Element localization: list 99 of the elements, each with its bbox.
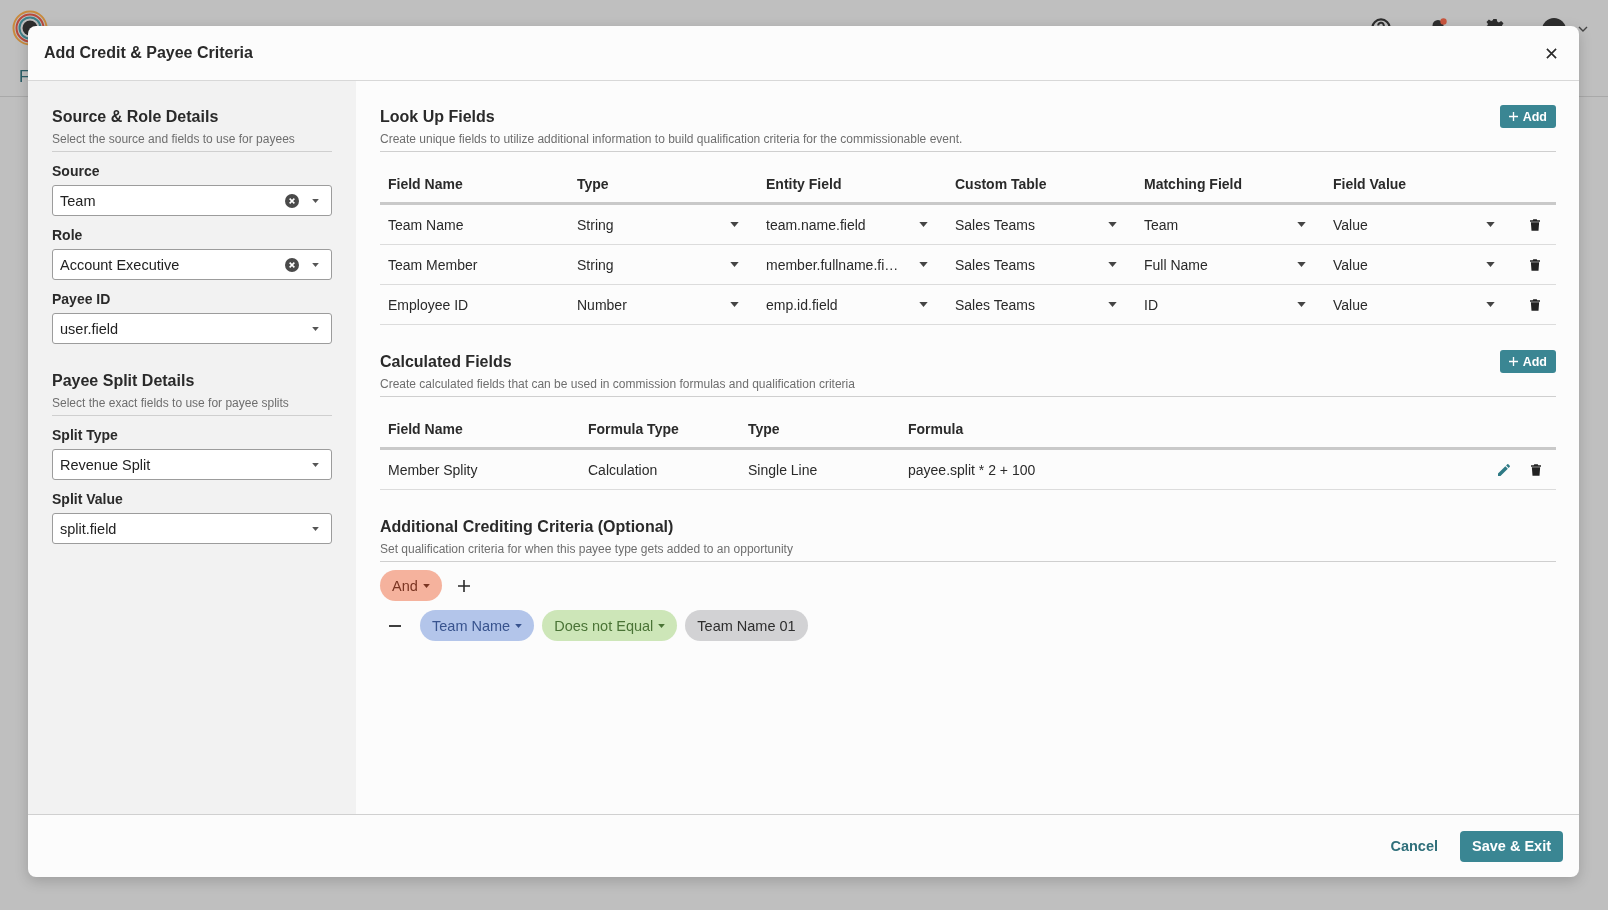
dialog-title: Add Credit & Payee Criteria (44, 44, 253, 62)
caret-icon (730, 222, 739, 227)
caret-icon (1486, 262, 1495, 267)
trash-icon (1531, 463, 1541, 476)
cell-select[interactable]: Number (577, 296, 739, 313)
plus-icon (1508, 357, 1518, 366)
cell-select[interactable]: Value (1333, 256, 1495, 273)
table-cell-text: Member Splity (387, 461, 479, 478)
help-icon[interactable] (1371, 18, 1391, 26)
table-cell-text: Single Line (747, 461, 819, 478)
caret-icon (1108, 262, 1117, 267)
operator-dropdown[interactable]: And (380, 570, 442, 601)
field-label: Split Type (52, 427, 119, 443)
section-title: Source & Role Details (52, 107, 220, 127)
pencil-icon (1498, 463, 1510, 476)
column-header: Type (576, 176, 610, 192)
section-title: Additional Crediting Criteria (Optional) (380, 517, 675, 537)
column-header: Custom Table (954, 176, 1048, 192)
column-header: Field Value (1332, 176, 1408, 192)
field-label: Source (52, 163, 101, 179)
column-header: Field Name (387, 176, 464, 192)
cell-select[interactable]: Team (1144, 216, 1306, 233)
comparator-chip[interactable]: Does not Equal (542, 610, 678, 641)
select-field[interactable]: Account Executive (52, 249, 332, 280)
clear-icon[interactable] (285, 193, 299, 208)
add-button[interactable]: Add (1499, 105, 1556, 128)
cell-select[interactable]: team.name.field (766, 216, 928, 233)
column-header: Formula (907, 421, 965, 437)
cell-select[interactable]: Sales Teams (955, 216, 1117, 233)
caret-icon (515, 623, 523, 628)
caret-icon (1486, 302, 1495, 307)
table-cell-text: Team Member (387, 256, 479, 273)
cell-select[interactable]: Full Name (1144, 256, 1306, 273)
caret-icon (312, 526, 319, 531)
cell-select[interactable]: Value (1333, 216, 1495, 233)
caret-icon (422, 583, 430, 588)
section-description: Set qualification criteria for when this payee type gets added to an opportunity (380, 541, 794, 557)
caret-icon (312, 262, 319, 267)
caret-icon (730, 262, 739, 267)
caret-icon (1297, 302, 1306, 307)
column-header: Formula Type (587, 421, 680, 437)
caret-icon (1108, 302, 1117, 307)
cell-select[interactable]: String (577, 256, 739, 273)
table-cell-text: Team Name (387, 216, 465, 233)
caret-icon (1486, 222, 1495, 227)
caret-icon (312, 462, 319, 467)
caret-icon (312, 326, 319, 331)
cell-select[interactable]: Value (1333, 296, 1495, 313)
table-cell-text: Employee ID (387, 296, 470, 313)
section-description: Select the source and fields to use for payees (52, 131, 296, 147)
field-label: Split Value (52, 491, 124, 507)
plus-icon (1508, 112, 1518, 121)
page-heading: F (19, 67, 30, 87)
section-description: Create unique fields to utilize additional information to build qualification criteria for the commissionable event. (380, 131, 964, 147)
close-icon (1546, 47, 1557, 59)
caret-icon (1297, 222, 1306, 227)
select-field[interactable]: split.field (52, 513, 332, 544)
cell-select[interactable]: Sales Teams (955, 256, 1117, 273)
section-title: Look Up Fields (380, 107, 496, 127)
caret-icon (730, 302, 739, 307)
trash-icon (1530, 258, 1540, 271)
section-title: Payee Split Details (52, 371, 196, 391)
cancel-button[interactable]: Cancel (1384, 832, 1444, 860)
add-button[interactable]: Add (1499, 350, 1556, 373)
settings-icon[interactable] (1485, 18, 1505, 26)
minus-icon (389, 624, 401, 627)
select-field[interactable]: Team (52, 185, 332, 216)
plus-icon (457, 579, 470, 592)
section-description: Create calculated fields that can be used in commission formulas and qualification criteria (380, 376, 856, 392)
field-label: Payee ID (52, 291, 112, 307)
column-header: Field Name (387, 421, 464, 437)
field-chip[interactable]: Team Name (420, 610, 535, 641)
select-field[interactable]: Revenue Split (52, 449, 332, 480)
column-header: Matching Field (1143, 176, 1243, 192)
caret-icon (919, 262, 928, 267)
caret-icon (919, 222, 928, 227)
cell-select[interactable]: Sales Teams (955, 296, 1117, 313)
save-exit-button[interactable]: Save & Exit (1460, 830, 1563, 862)
caret-icon (1297, 262, 1306, 267)
caret-icon (919, 302, 928, 307)
value-chip[interactable]: Team Name 01 (685, 610, 808, 641)
column-header: Entity Field (765, 176, 843, 192)
trash-icon (1530, 218, 1540, 231)
trash-icon (1530, 298, 1540, 311)
section-title: Calculated Fields (380, 352, 513, 372)
caret-icon (312, 198, 319, 203)
field-label: Role (52, 227, 84, 243)
caret-icon (658, 623, 666, 628)
table-cell-text: Calculation (587, 461, 659, 478)
clear-icon[interactable] (285, 257, 299, 272)
select-field[interactable]: user.field (52, 313, 332, 344)
caret-icon (1108, 222, 1117, 227)
section-description: Select the exact fields to use for payee splits (52, 395, 290, 411)
table-cell-text: payee.split * 2 + 100 (907, 461, 1037, 478)
cell-select[interactable]: member.fullname.fi… (766, 256, 928, 273)
cell-select[interactable]: emp.id.field (766, 296, 928, 313)
column-header: Type (747, 421, 781, 437)
cell-select[interactable]: String (577, 216, 739, 233)
cell-select[interactable]: ID (1144, 296, 1306, 313)
